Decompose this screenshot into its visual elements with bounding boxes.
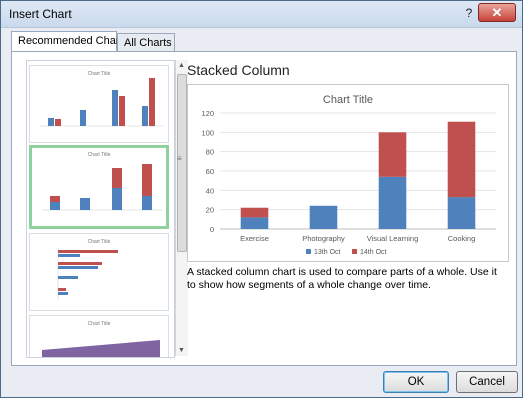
bar-segment[interactable] <box>447 197 476 229</box>
thumbnail-title: Chart Title <box>88 321 111 327</box>
preview-heading: Stacked Column <box>187 62 290 78</box>
chart-description: A stacked column chart is used to compar… <box>187 266 497 291</box>
thumbnail-chart-graphic: Chart Title <box>42 152 162 211</box>
tab-panel: Chart Title Chart Title Chart Title Char… <box>11 51 517 366</box>
y-tick-label: 120 <box>201 109 214 118</box>
bar-segment[interactable] <box>309 205 338 229</box>
thumbnail-stacked-column[interactable]: Chart Title <box>29 145 169 229</box>
thumbnail-chart-graphic: Chart Title <box>42 321 160 357</box>
thumbnail-area[interactable]: Chart Title <box>29 315 169 357</box>
thumbnail-title: Chart Title <box>88 152 111 158</box>
thumbnail-clustered-column[interactable]: Chart Title <box>29 65 169 143</box>
thumbnail-chart-graphic: Chart Title <box>40 71 164 127</box>
x-tick-label: Exercise <box>240 234 269 243</box>
legend-label: 14th Oct <box>360 249 387 256</box>
y-tick-label: 60 <box>206 167 214 176</box>
ok-button[interactable]: OK <box>383 371 449 393</box>
x-tick-label: Visual Learning <box>367 234 419 243</box>
title-bar: Insert Chart ? ✕ <box>1 1 522 28</box>
x-tick-label: Photography <box>302 234 345 243</box>
scroll-down-icon[interactable]: ▼ <box>178 347 185 354</box>
cancel-button[interactable]: Cancel <box>456 371 518 393</box>
thumbnail-title: Chart Title <box>88 239 111 245</box>
tab-recommended-charts[interactable]: Recommended Charts <box>11 31 128 52</box>
bar-segment[interactable] <box>240 217 269 229</box>
chart-title: Chart Title <box>323 94 373 106</box>
bar-segment[interactable] <box>240 207 269 218</box>
insert-chart-dialog: Insert Chart ? ✕ Recommended Charts All … <box>0 0 523 398</box>
scroll-up-icon[interactable]: ▲ <box>178 62 185 69</box>
help-icon[interactable]: ? <box>460 4 478 22</box>
thumbnail-clustered-bar[interactable]: Chart Title <box>29 233 169 311</box>
chart-preview: Chart Title 0 20 40 60 80 100 120 Exercise Phot… <box>187 84 509 262</box>
y-tick-label: 40 <box>206 186 214 195</box>
y-tick-label: 0 <box>210 225 214 234</box>
scrollbar-thumb[interactable] <box>177 74 187 252</box>
y-tick-label: 20 <box>206 206 214 215</box>
window-title: Insert Chart <box>9 7 72 21</box>
bar-segment[interactable] <box>378 176 407 229</box>
close-icon[interactable]: ✕ <box>478 3 516 22</box>
recommended-chart-list[interactable]: Chart Title Chart Title Chart Title Char… <box>26 60 175 358</box>
legend-swatch <box>352 249 357 254</box>
stacked-column-chart: Chart Title 0 20 40 60 80 100 120 Exercise Phot… <box>201 94 496 256</box>
legend-swatch <box>306 249 311 254</box>
tab-all-charts[interactable]: All Charts <box>117 33 175 51</box>
y-tick-label: 80 <box>206 148 214 157</box>
x-tick-label: Cooking <box>448 234 476 243</box>
bar-segment[interactable] <box>378 132 407 177</box>
scroll-grip-icon: ≡ <box>177 154 182 163</box>
y-tick-label: 100 <box>201 128 214 137</box>
legend-label: 13th Oct <box>314 249 341 256</box>
bar-segment[interactable] <box>447 121 476 198</box>
thumbnail-title: Chart Title <box>88 71 111 77</box>
thumbnail-chart-graphic: Chart Title <box>57 239 118 300</box>
